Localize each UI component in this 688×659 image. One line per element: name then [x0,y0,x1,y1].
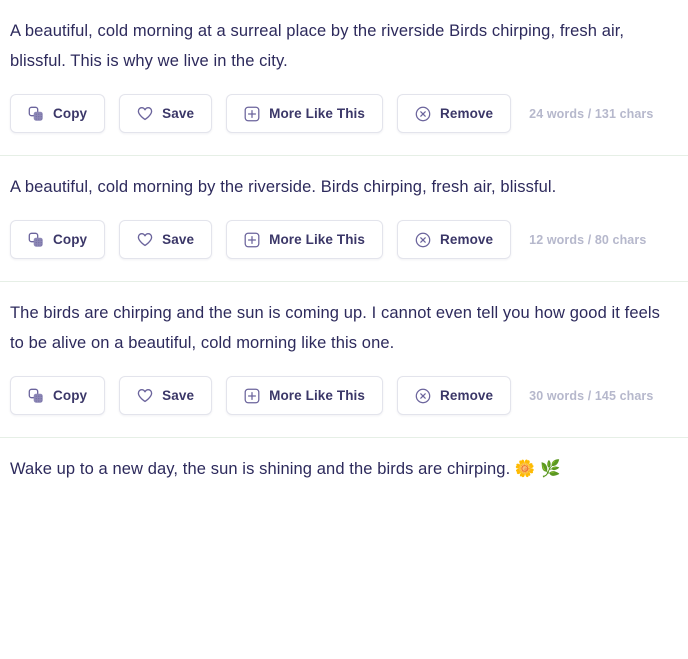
copy-button[interactable]: Copy [10,94,106,133]
result-text: A beautiful, cold morning at a surreal p… [10,22,625,70]
result-text: The birds are chirping and the sun is co… [10,304,661,352]
result-actions: Copy Save More Like This [10,94,678,133]
copy-button-label: Copy [53,388,88,403]
copy-button-label: Copy [53,232,88,247]
save-button[interactable]: Save [119,220,213,259]
result-text: Wake up to a new day, the sun is shining… [10,460,561,478]
result-actions: Copy Save More Like This [10,220,678,259]
more-like-this-button[interactable]: More Like This [226,94,384,133]
copy-button[interactable]: Copy [10,220,106,259]
save-button[interactable]: Save [119,376,213,415]
remove-button-label: Remove [440,232,494,247]
word-char-count: 12 words / 80 chars [529,232,647,247]
x-circle-icon [415,388,431,404]
copy-icon [28,388,44,404]
plus-square-icon [244,232,260,248]
x-circle-icon [415,232,431,248]
plus-square-icon [244,388,260,404]
result-card: A beautiful, cold morning by the riversi… [0,156,688,282]
copy-icon [28,106,44,122]
word-char-count: 30 words / 145 chars [529,388,654,403]
word-char-count: 24 words / 131 chars [529,106,654,121]
more-like-this-button[interactable]: More Like This [226,220,384,259]
plus-square-icon [244,106,260,122]
copy-button-label: Copy [53,106,88,121]
result-text: A beautiful, cold morning by the riversi… [10,178,557,196]
remove-button[interactable]: Remove [397,376,512,415]
heart-icon [137,106,153,122]
save-button[interactable]: Save [119,94,213,133]
more-like-this-button-label: More Like This [269,232,366,247]
x-circle-icon [415,106,431,122]
results-list: A beautiful, cold morning at a surreal p… [0,0,688,512]
result-card: The birds are chirping and the sun is co… [0,282,688,438]
save-button-label: Save [162,232,195,247]
copy-button[interactable]: Copy [10,376,106,415]
remove-button-label: Remove [440,106,494,121]
remove-button[interactable]: Remove [397,220,512,259]
result-actions: Copy Save More Like This [10,376,678,415]
remove-button[interactable]: Remove [397,94,512,133]
remove-button-label: Remove [440,388,494,403]
more-like-this-button-label: More Like This [269,106,366,121]
save-button-label: Save [162,388,195,403]
save-button-label: Save [162,106,195,121]
heart-icon [137,388,153,404]
copy-icon [28,232,44,248]
heart-icon [137,232,153,248]
more-like-this-button[interactable]: More Like This [226,376,384,415]
result-card: A beautiful, cold morning at a surreal p… [0,0,688,156]
more-like-this-button-label: More Like This [269,388,366,403]
result-card: Wake up to a new day, the sun is shining… [0,438,688,512]
